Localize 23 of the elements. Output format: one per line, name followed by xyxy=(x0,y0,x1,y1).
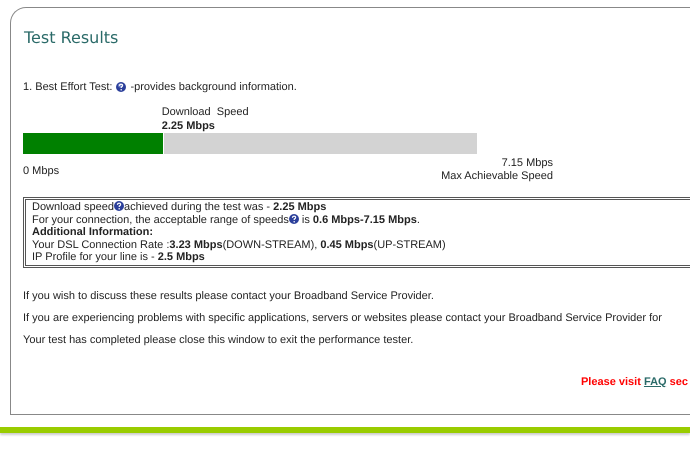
message-text: If you wish to discuss these results please contact your Broadband Service Provider. xyxy=(23,290,435,302)
max-speed: 7.15 Mbps xyxy=(500,157,553,170)
min-speed: 0 Mbps xyxy=(23,165,60,179)
info-text: IP Profile for your line is - 2.5 Mbps xyxy=(32,251,205,263)
info-text: achieved during the test was - 2.25 Mbps xyxy=(124,201,326,213)
info-text: Download speed xyxy=(32,201,114,213)
help-icon[interactable] xyxy=(288,214,299,224)
gauge-value: 2.25 Mbps xyxy=(162,119,216,133)
test-label: 1. Best Effort Test: xyxy=(23,81,112,93)
info-text: For your connection, the acceptable range of speeds xyxy=(32,214,289,226)
info-text: Additional Information: xyxy=(32,226,153,238)
info-text: Your DSL Connection Rate :3.23 Mbps(DOWN-STREAM), 0.45 Mbps(UP-STREAM) xyxy=(32,238,446,250)
help-icon[interactable] xyxy=(116,82,126,92)
faq-link[interactable]: FAQ xyxy=(644,376,667,388)
gauge-label: Download Speed xyxy=(162,105,250,119)
faq-notice: Please visit FAQ sec xyxy=(580,376,688,388)
message-text: If you are experiencing problems with specific applications, servers or websites please contact your Broadband Service Provider for xyxy=(23,312,663,324)
page-title: Test Results xyxy=(24,28,120,47)
info-text: is 0.6 Mbps-7.15 Mbps. xyxy=(300,214,420,226)
message-text: Your test has completed please close this window to exit the performance tester. xyxy=(23,334,414,346)
max-speed-label: Max Achievable Speed xyxy=(441,170,553,183)
test-description: -provides background information. xyxy=(130,81,297,93)
help-icon[interactable] xyxy=(114,201,124,211)
